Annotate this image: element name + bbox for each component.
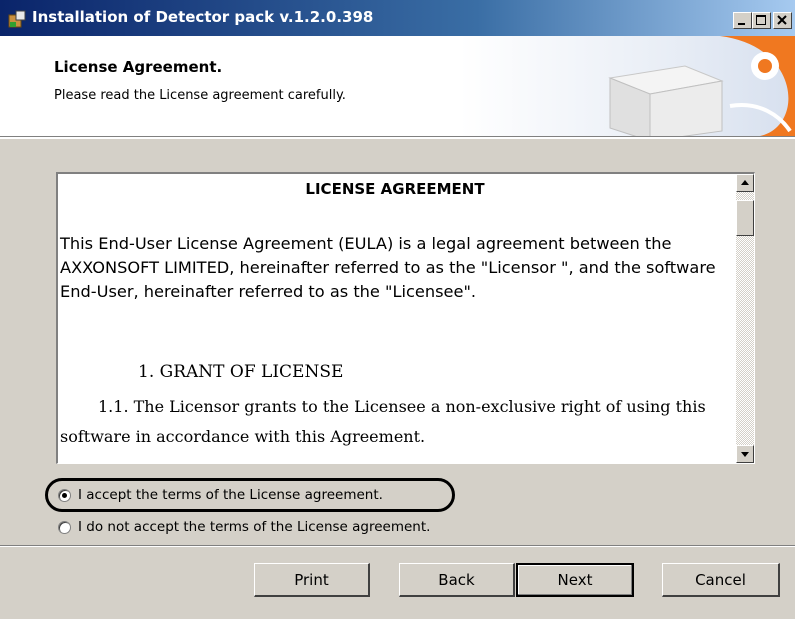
maximize-button[interactable] [752, 12, 771, 29]
license-heading: LICENSE AGREEMENT [305, 180, 485, 198]
accept-option[interactable]: I accept the terms of the License agreem… [58, 485, 383, 505]
maximize-icon [756, 15, 766, 25]
scroll-down-button[interactable] [736, 445, 754, 463]
title-bar[interactable]: Installation of Detector pack v.1.2.0.39… [0, 0, 795, 36]
license-text-box[interactable]: LICENSE AGREEMENT This End-User License … [56, 172, 755, 464]
cancel-button[interactable]: Cancel [662, 563, 780, 597]
print-button[interactable]: Print [254, 563, 370, 597]
scroll-up-button[interactable] [736, 174, 754, 192]
radio-selected-dot [62, 492, 67, 498]
window-title: Installation of Detector pack v.1.2.0.39… [32, 8, 374, 26]
back-button[interactable]: Back [399, 563, 515, 597]
scroll-down-icon [741, 452, 749, 457]
package-box-icon [460, 36, 795, 136]
decline-radio[interactable] [58, 520, 71, 534]
header-divider [0, 137, 795, 139]
scroll-thumb[interactable] [736, 200, 754, 236]
close-button[interactable] [773, 12, 792, 29]
page-subtitle: Please read the License agreement carefu… [54, 88, 346, 103]
decline-label[interactable]: I do not accept the terms of the License… [78, 519, 430, 535]
license-paragraph: This End-User License Agreement (EULA) i… [60, 234, 716, 301]
license-scrollbar[interactable] [736, 174, 754, 463]
minimize-icon [738, 23, 745, 25]
license-grant-heading: 1. GRANT OF LICENSE [138, 362, 344, 382]
license-clause: 1.1. The Licensor grants to the Licensee… [60, 397, 706, 446]
close-icon [777, 15, 787, 25]
dialog-header: License Agreement. Please read the Licen… [0, 36, 795, 137]
installer-app-icon [8, 10, 26, 28]
minimize-button[interactable] [733, 12, 752, 29]
next-button[interactable]: Next [516, 563, 634, 597]
accept-label[interactable]: I accept the terms of the License agreem… [78, 487, 383, 503]
scroll-up-icon [741, 180, 749, 185]
installer-window: Installation of Detector pack v.1.2.0.39… [0, 0, 795, 619]
decline-option[interactable]: I do not accept the terms of the License… [58, 517, 430, 537]
accept-radio[interactable] [58, 488, 71, 502]
page-title: License Agreement. [54, 58, 223, 76]
footer-divider [0, 545, 795, 547]
